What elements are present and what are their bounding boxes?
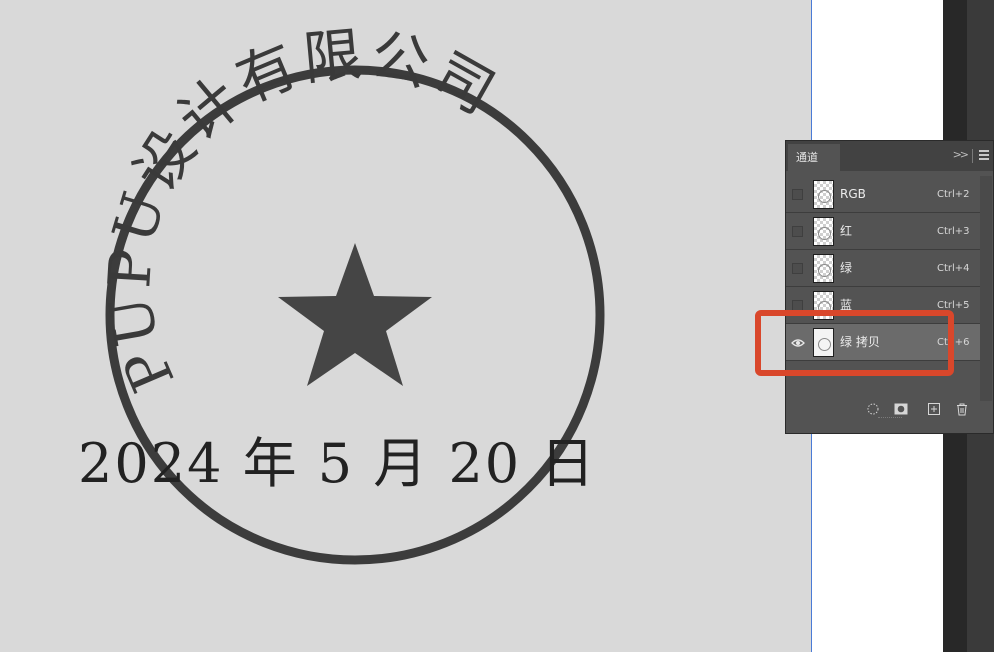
tab-channels[interactable]: 通道 xyxy=(788,144,840,171)
panel-header: 通道 >> xyxy=(786,141,993,171)
channel-shortcut: Ctrl+3 xyxy=(937,226,970,237)
stamp-star-icon xyxy=(278,243,432,386)
channel-shortcut: Ctrl+4 xyxy=(937,263,970,274)
collapse-icon[interactable]: >> xyxy=(953,148,970,161)
document-canvas[interactable]: PUPU设计有限公司 2024 年 5 月 20 日 xyxy=(0,0,812,652)
channel-shortcut: Ctrl+2 xyxy=(937,189,970,200)
panel-resize-grip[interactable] xyxy=(878,417,902,421)
save-selection-icon[interactable] xyxy=(894,403,908,417)
panel-menu-icon[interactable] xyxy=(979,150,989,160)
channel-row-green[interactable]: 绿 Ctrl+4 xyxy=(786,250,981,287)
channel-name: 绿 xyxy=(840,261,853,275)
load-selection-icon[interactable] xyxy=(866,403,880,417)
panel-scrollbar[interactable] xyxy=(980,176,992,401)
stamp-date-text: 2024 年 5 月 20 日 xyxy=(78,432,596,495)
stamp-company-text: PUPU设计有限公司 xyxy=(95,20,509,402)
channel-name: 红 xyxy=(840,224,853,238)
channels-panel: 通道 >> RGB Ctrl+2 红 Ctrl+3 绿 Ctrl+4 蓝 Ctr xyxy=(785,140,994,434)
channel-row-rgb[interactable]: RGB Ctrl+2 xyxy=(786,176,981,213)
panel-footer xyxy=(786,399,993,423)
channel-name: RGB xyxy=(840,187,866,201)
delete-channel-icon[interactable] xyxy=(955,403,969,417)
new-channel-icon[interactable] xyxy=(927,403,941,417)
channel-thumbnail xyxy=(813,217,834,246)
annotation-highlight-box xyxy=(755,310,954,376)
header-divider xyxy=(972,149,973,163)
visibility-toggle[interactable] xyxy=(792,263,803,274)
visibility-toggle[interactable] xyxy=(792,189,803,200)
visibility-toggle[interactable] xyxy=(792,226,803,237)
channel-row-red[interactable]: 红 Ctrl+3 xyxy=(786,213,981,250)
channel-thumbnail xyxy=(813,180,834,209)
stamp-image: PUPU设计有限公司 2024 年 5 月 20 日 xyxy=(78,20,605,565)
channel-thumbnail xyxy=(813,254,834,283)
